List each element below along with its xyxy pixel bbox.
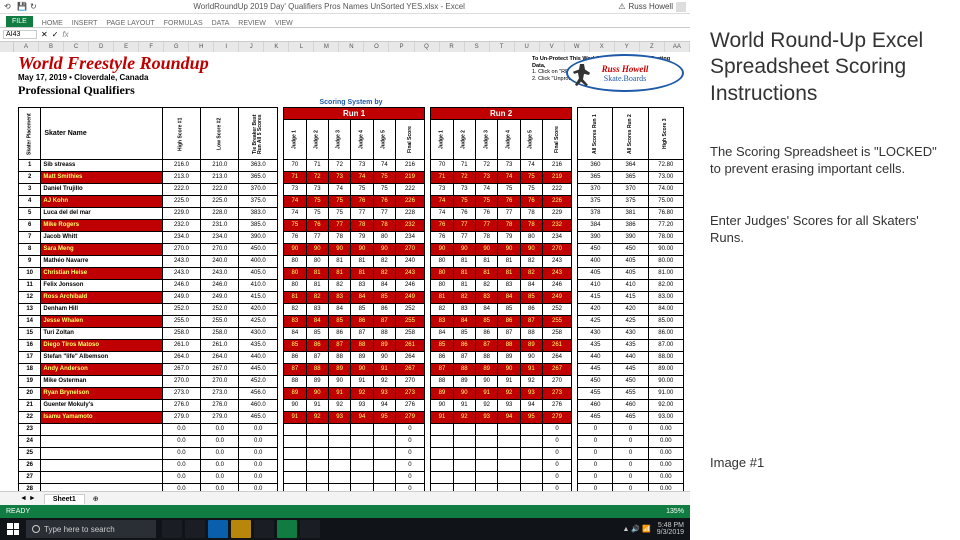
tab-page-layout[interactable]: PAGE LAYOUT [106, 20, 154, 27]
sheet-tabs[interactable]: ◄ ► Sheet1 ⊕ [0, 491, 690, 505]
tab-data[interactable]: DATA [212, 20, 230, 27]
event-title: World Freestyle Roundup [18, 54, 560, 72]
table-row[interactable]: 22Isamu Yamamoto279.0279.0465.0919293949… [19, 412, 684, 424]
table-row[interactable]: 260.00.00.000000.00 [19, 460, 684, 472]
search-icon [32, 525, 40, 533]
image-number: Image #1 [710, 455, 940, 470]
ribbon-tabs[interactable]: FILE HOME INSERT PAGE LAYOUT FORMULAS DA… [0, 14, 690, 28]
table-row[interactable]: 250.00.00.000000.00 [19, 448, 684, 460]
fx-icon[interactable]: fx [62, 30, 68, 39]
table-row[interactable]: 10Christian Heise243.0243.0405.080818181… [19, 268, 684, 280]
col-low-score: Low Score #2 [201, 108, 239, 160]
table-row[interactable]: 6Mike Rogers232.0231.0385.07576777878232… [19, 220, 684, 232]
slide-title: World Round-Up Excel Spreadsheet Scoring… [710, 28, 940, 107]
tab-formulas[interactable]: FORMULAS [164, 20, 203, 27]
table-row[interactable]: 2Matt Smithies213.0213.0365.071727374752… [19, 172, 684, 184]
tab-insert[interactable]: INSERT [72, 20, 98, 27]
table-row[interactable]: 21Guenter Mokuly's276.0276.0460.09091929… [19, 400, 684, 412]
table-row[interactable]: 13Denham Hill252.0252.0420.0828384858625… [19, 304, 684, 316]
table-row[interactable]: 8Sara Meng270.0270.0450.0909090909027090… [19, 244, 684, 256]
slide-text-panel: World Round-Up Excel Spreadsheet Scoring… [690, 0, 960, 540]
titlebar: ⟲💾↻ WorldRoundUp 2019 Day' Qualifiers Pr… [0, 0, 690, 14]
skater-icon [572, 64, 592, 86]
table-row[interactable]: 3Daniel Trujillo222.0222.0370.0737374757… [19, 184, 684, 196]
table-row[interactable]: 1Sib streass216.0210.0363.07071727374216… [19, 160, 684, 172]
col-allscores-r1: All Scores Run 1 [578, 108, 613, 160]
slide-note-enter-scores: Enter Judges' Scores for all Skaters' Ru… [710, 212, 940, 247]
table-row[interactable]: 240.00.00.000000.00 [19, 436, 684, 448]
tab-view[interactable]: VIEW [275, 20, 293, 27]
table-row[interactable]: 9Mathéo Navarre243.0240.0400.08080818182… [19, 256, 684, 268]
user-account[interactable]: ⚠ Russ Howell [618, 2, 686, 12]
excel-icon[interactable] [277, 520, 297, 538]
column-headers[interactable]: ABCDEFGHIJKLMNOPQRSTUVWXYZAA [0, 42, 690, 52]
sheet-area[interactable]: ABCDEFGHIJKLMNOPQRSTUVWXYZAA To Un-Prote… [0, 42, 690, 491]
table-row[interactable]: 4AJ Kohn225.0225.0375.074757576762267475… [19, 196, 684, 208]
run2-header: Run 2 [431, 108, 572, 120]
name-box[interactable]: AI43 [3, 30, 37, 39]
tab-home[interactable]: HOME [42, 20, 63, 27]
zoom-level[interactable]: 135% [666, 508, 684, 515]
division-title: Professional Qualifiers [18, 83, 560, 98]
excel-screenshot: ⟲💾↻ WorldRoundUp 2019 Day' Qualifiers Pr… [0, 0, 690, 540]
sheet-tab-sheet1[interactable]: Sheet1 [44, 494, 85, 504]
event-date-location: May 17, 2019 • Cloverdale, Canada [18, 73, 560, 82]
scoring-system-by: Scoring System by [18, 99, 684, 106]
table-row[interactable]: 20Ryan Brynelson273.0273.0456.0899091929… [19, 388, 684, 400]
table-row[interactable]: 14Jesse Whalen255.0255.0425.083848586872… [19, 316, 684, 328]
table-row[interactable]: 15Turi Zoltan258.0258.0430.0848586878825… [19, 328, 684, 340]
formula-bar[interactable]: AI43 ✕✓fx [0, 28, 690, 42]
tab-review[interactable]: REVIEW [238, 20, 266, 27]
edge-icon[interactable] [208, 520, 228, 538]
table-row[interactable]: 19Mike Osterman270.0270.0452.08889909192… [19, 376, 684, 388]
col-tiebreaker: Tie Breaker Best Run All 5 Scores [239, 108, 277, 160]
col-highscore3: High Score 3 [648, 108, 683, 160]
status-ready: READY [6, 508, 30, 515]
app-icon[interactable] [300, 520, 320, 538]
tab-file[interactable]: FILE [6, 16, 33, 27]
store-icon[interactable] [254, 520, 274, 538]
col-placement: Skater Placement [19, 108, 41, 160]
sheet-content: To Un-Protect This WorkSheet And Allow F… [0, 52, 690, 491]
col-skater-name: Skater Name [41, 108, 162, 160]
col-high-score: High Score #1 [162, 108, 200, 160]
taskview-icon[interactable] [185, 520, 205, 538]
explorer-icon[interactable] [231, 520, 251, 538]
slide-note-locked: The Scoring Spreadsheet is "LOCKED" to p… [710, 143, 940, 178]
add-sheet-icon[interactable]: ⊕ [93, 495, 99, 503]
statusbar: READY 135% [0, 505, 690, 518]
table-row[interactable]: 230.00.00.000000.00 [19, 424, 684, 436]
taskbar-apps[interactable] [162, 520, 320, 538]
system-tray[interactable]: ▲ 🔊 📶 5:48 PM9/3/2019 [623, 522, 689, 536]
start-button[interactable] [2, 520, 24, 538]
cortana-icon[interactable] [162, 520, 182, 538]
table-row[interactable]: 280.00.00.000000.00 [19, 484, 684, 492]
logo-oval: Russ Howell Skate.Boards [566, 54, 684, 92]
run1-header: Run 1 [284, 108, 425, 120]
table-row[interactable]: 270.00.00.000000.00 [19, 472, 684, 484]
col-allscores-r2: All Scores Run 2 [613, 108, 648, 160]
taskbar-search[interactable]: Type here to search [26, 520, 156, 538]
table-row[interactable]: 12Ross Archibald249.0249.0415.0818283848… [19, 292, 684, 304]
scoring-table[interactable]: Skater Placement Skater Name High Score … [18, 107, 684, 491]
window-title: WorldRoundUp 2019 Day' Qualifiers Pros N… [40, 2, 618, 11]
table-row[interactable]: 16Diego Tíros Matoso261.0261.0435.085868… [19, 340, 684, 352]
table-row[interactable]: 11Felix Jonsson246.0246.0410.08081828384… [19, 280, 684, 292]
taskbar[interactable]: Type here to search ▲ 🔊 📶 5:48 PM9/3/201… [0, 518, 690, 540]
table-row[interactable]: 7Jacob Whitt234.0234.0390.07677787980234… [19, 232, 684, 244]
table-row[interactable]: 18Andy Anderson267.0267.0445.08788899091… [19, 364, 684, 376]
quick-access[interactable]: ⟲💾↻ [4, 2, 40, 12]
table-row[interactable]: 17Stefan "life" Albemson264.0264.0440.08… [19, 352, 684, 364]
table-row[interactable]: 5Luca del del mar229.0228.0383.074757577… [19, 208, 684, 220]
